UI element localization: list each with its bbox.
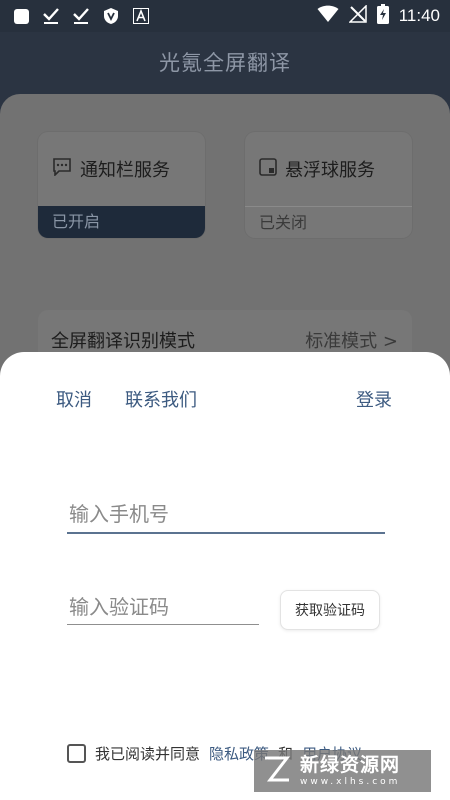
cancel-button[interactable]: 取消 bbox=[56, 386, 92, 412]
contact-us-button[interactable]: 联系我们 bbox=[125, 386, 197, 412]
main-page-dimmed: 通知栏服务 已开启 悬浮球服务 已关闭 全屏翻译识别模式 标准模式 > bbox=[0, 94, 450, 394]
text-a-icon bbox=[132, 7, 150, 25]
battery-charging-icon bbox=[376, 4, 389, 28]
card-title: 悬浮球服务 bbox=[285, 160, 375, 181]
download-done-icon bbox=[72, 7, 90, 25]
wifi-icon bbox=[317, 5, 339, 27]
agree-checkbox[interactable] bbox=[67, 744, 86, 763]
watermark-main: 新绿资源网 bbox=[300, 753, 401, 776]
phone-input[interactable] bbox=[67, 496, 385, 534]
status-bar: 11:40 bbox=[0, 0, 450, 32]
watermark: 新绿资源网 www.xlhs.com bbox=[254, 750, 431, 792]
watermark-logo-icon bbox=[262, 754, 292, 788]
floating-ball-service-card[interactable]: 悬浮球服务 已关闭 bbox=[245, 132, 412, 238]
watermark-sub: www.xlhs.com bbox=[300, 776, 401, 787]
login-button[interactable]: 登录 bbox=[356, 386, 392, 412]
get-code-button[interactable]: 获取验证码 bbox=[280, 590, 380, 630]
mode-label: 全屏翻译识别模式 bbox=[51, 331, 195, 352]
chat-bubble-icon bbox=[52, 158, 72, 180]
status-time: 11:40 bbox=[398, 6, 440, 25]
mode-value: 标准模式 > bbox=[305, 331, 398, 352]
app-title: 光氪全屏翻译 bbox=[0, 32, 450, 94]
floating-ball-icon bbox=[259, 158, 277, 180]
shield-icon bbox=[102, 7, 120, 25]
card-status: 已关闭 bbox=[245, 206, 412, 238]
verification-code-input[interactable] bbox=[67, 590, 259, 625]
login-bottom-sheet: 取消 联系我们 登录 获取验证码 我已阅读并同意 隐私政策 和 用户协议 bbox=[0, 352, 450, 800]
download-done-icon bbox=[42, 7, 60, 25]
status-left-icons bbox=[0, 7, 150, 25]
notification-square-icon bbox=[12, 7, 30, 25]
card-status: 已开启 bbox=[38, 206, 205, 238]
no-signal-icon bbox=[347, 4, 367, 27]
agree-text: 我已阅读并同意 bbox=[95, 745, 201, 763]
status-right-icons: 11:40 bbox=[317, 0, 440, 32]
notification-service-card[interactable]: 通知栏服务 已开启 bbox=[38, 132, 205, 238]
card-title: 通知栏服务 bbox=[80, 160, 170, 181]
